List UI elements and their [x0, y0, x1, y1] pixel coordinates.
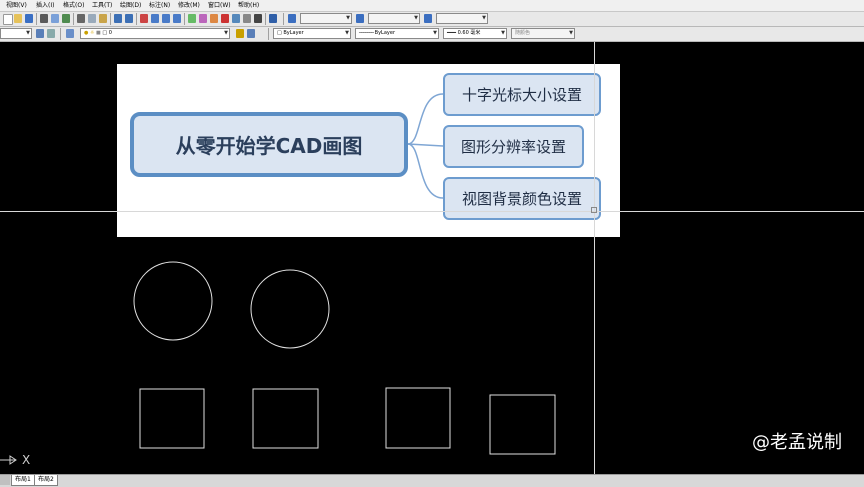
- circle-shape[interactable]: [133, 261, 213, 341]
- mindmap-branch-resolution: 图形分辨率设置: [443, 125, 584, 168]
- mindmap-branch-background-color: 视图背景颜色设置: [443, 177, 601, 220]
- layout-tab-bar: 布局1 布局2: [0, 474, 864, 487]
- pickbox-icon: [591, 207, 597, 213]
- square-shape[interactable]: [489, 394, 556, 455]
- ucs-x-label: X: [22, 453, 31, 467]
- mindmap-central-topic: 从零开始学CAD画图: [130, 112, 408, 177]
- crosshair-horizontal-line: [0, 211, 864, 212]
- watermark-text: @老孟说制: [752, 432, 842, 453]
- square-shape[interactable]: [252, 388, 319, 449]
- ucs-icon: X: [0, 452, 40, 468]
- tab-scroll-icon[interactable]: [0, 475, 10, 485]
- square-shape[interactable]: [385, 387, 451, 449]
- tab-layout2[interactable]: 布局2: [34, 475, 58, 486]
- mindmap-branch-crosshair-size: 十字光标大小设置: [443, 73, 601, 116]
- square-shape[interactable]: [139, 388, 205, 449]
- tab-layout1[interactable]: 布局1: [11, 475, 35, 486]
- crosshair-vertical-line: [594, 42, 595, 474]
- circle-shape[interactable]: [250, 269, 330, 349]
